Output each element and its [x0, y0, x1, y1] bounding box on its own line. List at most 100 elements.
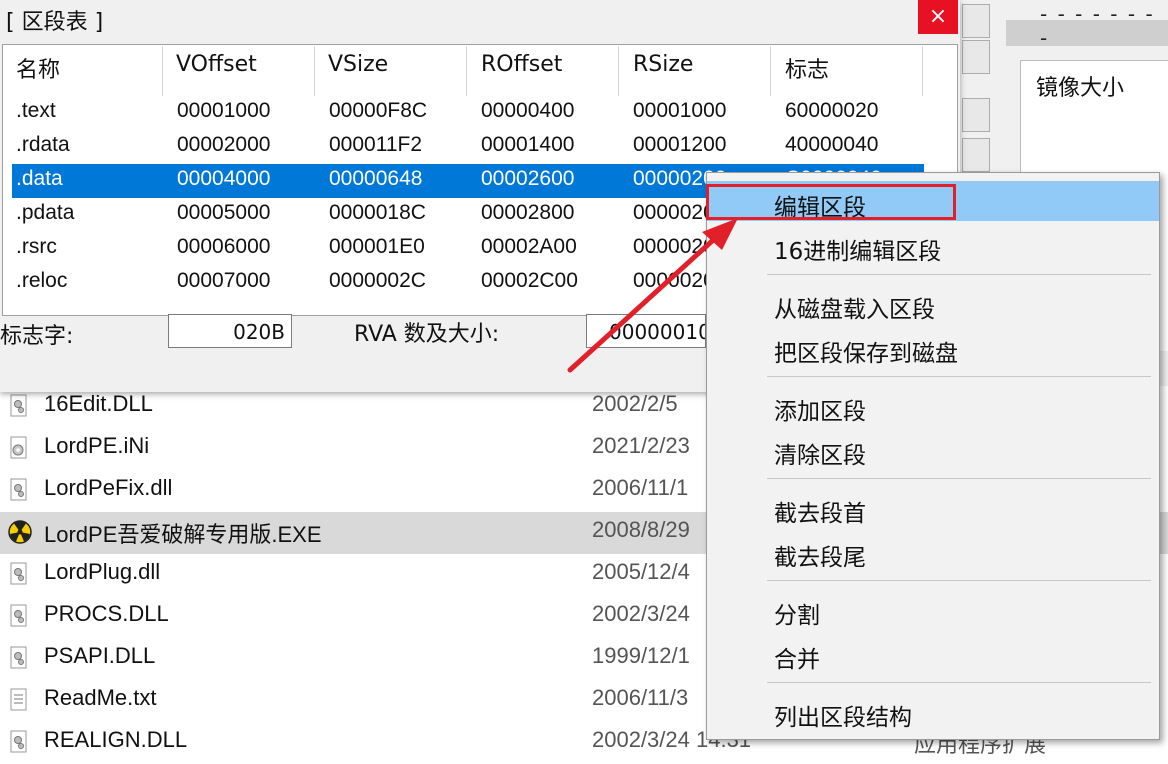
settings-file-icon — [8, 436, 28, 460]
column-divider[interactable] — [162, 46, 163, 96]
column-header-name[interactable]: 名称 — [16, 52, 60, 84]
section-row[interactable]: .text 00001000 00000F8C 00000400 00001000 600… — [12, 96, 924, 130]
section-cell-voffset: 00007000 — [177, 269, 271, 292]
menu-item-label: 截去段尾 — [774, 545, 866, 571]
file-name: LordPlug.dll — [44, 559, 161, 584]
section-cell-roffset: 00000400 — [481, 99, 575, 122]
section-row[interactable]: .rdata 00002000 000011F2 00001400 00001200 40… — [12, 130, 924, 164]
column-divider[interactable] — [618, 46, 619, 96]
file-name: PSAPI.DLL — [44, 643, 156, 668]
section-cell-name: .pdata — [16, 201, 75, 224]
section-cell-vsize: 0000018C — [329, 201, 426, 224]
section-cell-roffset: 00002A00 — [481, 235, 577, 258]
file-name: REALIGN.DLL — [44, 727, 188, 752]
dll-file-icon — [8, 730, 28, 754]
section-cell-rsize: 00001200 — [633, 133, 727, 156]
file-date: 2002/2/5 — [592, 391, 678, 416]
menu-item-label: 列出区段结构 — [774, 705, 912, 731]
column-divider[interactable] — [314, 46, 315, 96]
section-cell-name: .reloc — [16, 269, 68, 292]
column-header-vsize[interactable]: VSize — [328, 52, 388, 77]
flags-label: 标志字: — [0, 324, 74, 349]
menu-item-label: 截去段首 — [774, 501, 866, 527]
column-divider[interactable] — [770, 46, 771, 96]
section-cell-roffset: 00002800 — [481, 201, 575, 224]
section-cell-name: .text — [16, 99, 56, 122]
section-cell-roffset: 00002600 — [481, 167, 575, 190]
section-cell-vsize: 00000648 — [329, 167, 423, 190]
menu-item[interactable]: 列出区段结构 — [707, 691, 1159, 731]
dll-file-icon — [8, 478, 28, 502]
menu-item[interactable]: 从磁盘载入区段 — [707, 283, 1159, 323]
column-header-rsize[interactable]: RSize — [633, 52, 693, 77]
file-date: 2005/12/4 — [592, 559, 690, 584]
menu-item[interactable]: 清除区段 — [707, 429, 1159, 469]
section-cell-roffset: 00001400 — [481, 133, 575, 156]
column-divider[interactable] — [466, 46, 467, 96]
file-date: 2002/3/24 — [592, 601, 690, 626]
menu-item-label: 16进制编辑区段 — [774, 239, 942, 265]
dll-file-icon — [8, 646, 28, 670]
flags-field[interactable]: 020B — [168, 314, 292, 348]
column-divider[interactable] — [922, 46, 923, 96]
section-cell-name: .rdata — [16, 133, 70, 156]
file-name: LordPE.iNi — [44, 433, 150, 458]
column-header-flags[interactable]: 标志 — [785, 52, 829, 84]
background-button[interactable] — [962, 138, 990, 172]
file-name: LordPE吾爱破解专用版.EXE — [44, 522, 322, 547]
dll-file-icon — [8, 394, 28, 418]
section-cell-vsize: 000001E0 — [329, 235, 425, 258]
menu-item-label: 添加区段 — [774, 399, 866, 425]
menu-item-label: 从磁盘载入区段 — [774, 297, 935, 323]
menu-item[interactable]: 把区段保存到磁盘 — [707, 327, 1159, 367]
section-cell-voffset: 00005000 — [177, 201, 271, 224]
menu-separator — [767, 478, 1151, 479]
column-header-roffset[interactable]: ROffset — [481, 52, 562, 77]
background-button[interactable] — [962, 98, 990, 132]
rva-count-field[interactable]: 00000010 — [586, 314, 706, 348]
annotation-highlight-box — [706, 184, 956, 220]
background-dashes: - - - - - - - - — [1040, 2, 1155, 50]
section-cell-flags: 60000020 — [785, 99, 879, 122]
file-name: PROCS.DLL — [44, 601, 169, 626]
section-cell-vsize: 000011F2 — [329, 133, 423, 156]
rva-count-label: RVA 数及大小: — [354, 322, 500, 347]
section-cell-voffset: 00006000 — [177, 235, 271, 258]
menu-item-label: 清除区段 — [774, 443, 866, 469]
menu-item[interactable]: 16进制编辑区段 — [707, 225, 1159, 265]
section-cell-vsize: 0000002C — [329, 269, 426, 292]
close-button[interactable]: × — [918, 0, 958, 34]
file-name: ReadMe.txt — [44, 685, 157, 710]
section-cell-voffset: 00002000 — [177, 133, 271, 156]
menu-separator — [767, 682, 1151, 683]
file-date: 2008/8/29 — [592, 517, 690, 542]
menu-item[interactable]: 分割 — [707, 589, 1159, 629]
section-cell-flags: 40000040 — [785, 133, 879, 156]
menu-item[interactable]: 截去段尾 — [707, 531, 1159, 571]
context-menu: 编辑区段 16进制编辑区段 从磁盘载入区段 把区段保存到磁盘 添加区段 清除区段 截去段首截… — [706, 172, 1160, 740]
section-cell-roffset: 00002C00 — [481, 269, 578, 292]
file-name: 16Edit.DLL — [44, 391, 153, 416]
section-cell-voffset: 00001000 — [177, 99, 271, 122]
dll-file-icon — [8, 604, 28, 628]
file-date: 2021/2/23 — [592, 433, 690, 458]
image-size-column-header[interactable]: 镜像大小 — [1036, 70, 1124, 102]
section-cell-rsize: 00001000 — [633, 99, 727, 122]
menu-separator — [767, 580, 1151, 581]
menu-item[interactable]: 添加区段 — [707, 385, 1159, 425]
window-title: [ 区段表 ] — [6, 10, 104, 35]
background-button[interactable] — [962, 40, 990, 74]
menu-item[interactable]: 截去段首 — [707, 487, 1159, 527]
menu-item-label: 合并 — [774, 647, 820, 673]
column-header-voffset[interactable]: VOffset — [176, 52, 257, 77]
menu-item-label: 把区段保存到磁盘 — [774, 341, 958, 367]
file-date: 2006/11/3 — [592, 685, 689, 710]
radiation-app-icon — [8, 520, 32, 544]
section-cell-name: .data — [16, 167, 63, 190]
menu-item[interactable]: 合并 — [707, 633, 1159, 673]
text-file-icon — [8, 688, 28, 712]
menu-separator — [767, 376, 1151, 377]
section-cell-voffset: 00004000 — [177, 167, 271, 190]
background-button[interactable] — [962, 4, 990, 38]
menu-separator — [767, 274, 1151, 275]
